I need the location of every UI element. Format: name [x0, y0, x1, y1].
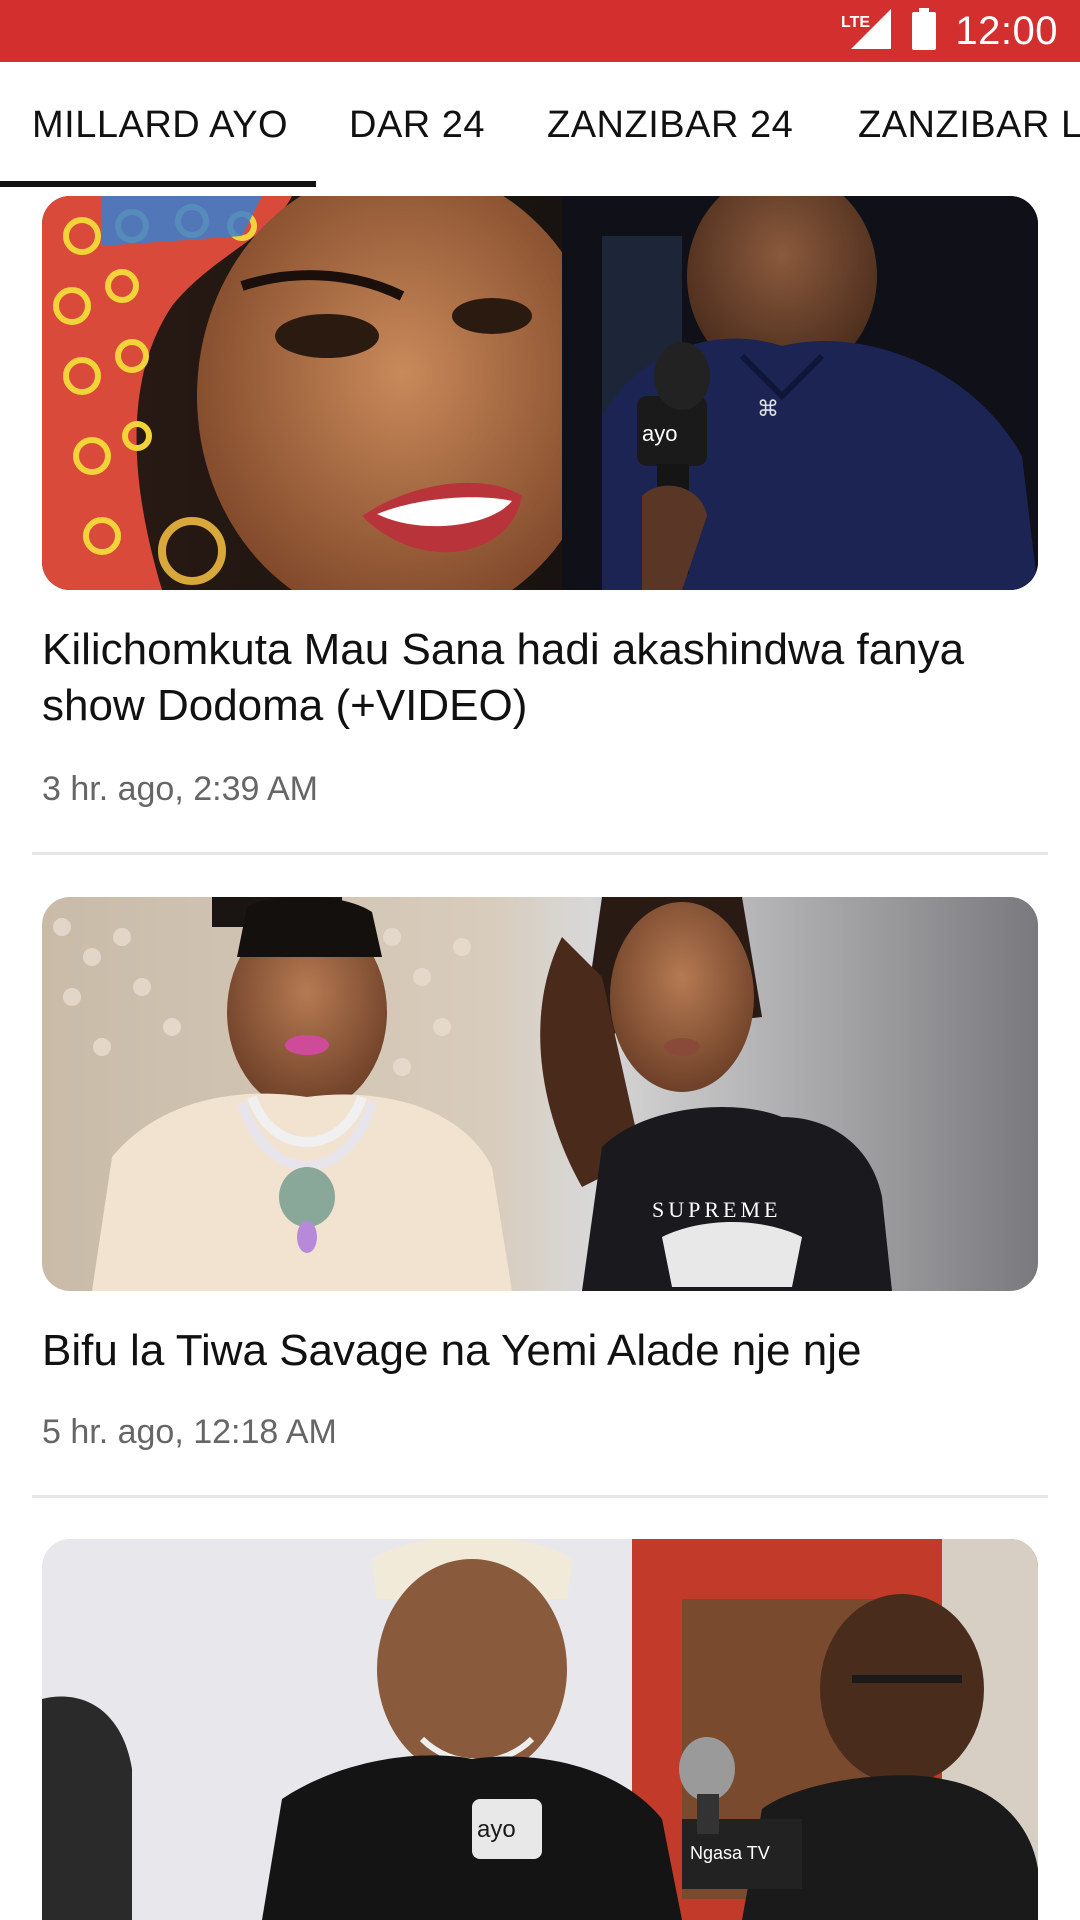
tab-bar: MILLARD AYO DAR 24 ZANZIBAR 24 ZANZIBAR …	[0, 62, 1080, 188]
article-timestamp: 5 hr. ago, 12:18 AM	[42, 1413, 337, 1451]
shirt-print-text: SUPREME	[652, 1197, 781, 1222]
lte-signal-icon: LTE	[839, 7, 893, 56]
clock: 12:00	[955, 8, 1058, 53]
ayo-tv-logo: ayo	[642, 421, 677, 446]
article-title[interactable]: Kilichomkuta Mau Sana hadi akashindwa fa…	[42, 622, 1032, 734]
battery-icon	[911, 7, 937, 55]
divider	[32, 1495, 1048, 1498]
news-feed[interactable]: ⌘ ayo Kilichomkuta Mau Sana hadi akashin…	[0, 196, 1080, 1920]
ngasa-tv-logo: Ngasa TV	[690, 1843, 770, 1863]
divider	[32, 852, 1048, 855]
article-thumbnail[interactable]: ayo Ngasa TV	[42, 1539, 1038, 1920]
selected-tab-indicator	[0, 181, 316, 187]
svg-text:⌘: ⌘	[757, 396, 779, 421]
network-type-label: LTE	[841, 14, 870, 31]
article-thumbnail[interactable]: ⌘ ayo	[42, 196, 1038, 590]
article-title[interactable]: Bifu la Tiwa Savage na Yemi Alade nje nj…	[42, 1323, 1032, 1379]
status-icons: LTE 12:00	[839, 0, 1058, 62]
tab-dar-24[interactable]: DAR 24	[349, 62, 485, 188]
tab-millard-ayo[interactable]: MILLARD AYO	[32, 62, 288, 188]
tab-zanzibar-24[interactable]: ZANZIBAR 24	[547, 62, 793, 188]
ayo-tv-logo: ayo	[477, 1816, 516, 1843]
tab-zanzibar-l[interactable]: ZANZIBAR L	[858, 62, 1080, 188]
article-timestamp: 3 hr. ago, 2:39 AM	[42, 770, 318, 808]
article-thumbnail[interactable]: SUPREME	[42, 897, 1038, 1291]
status-bar: LTE 12:00	[0, 0, 1080, 62]
